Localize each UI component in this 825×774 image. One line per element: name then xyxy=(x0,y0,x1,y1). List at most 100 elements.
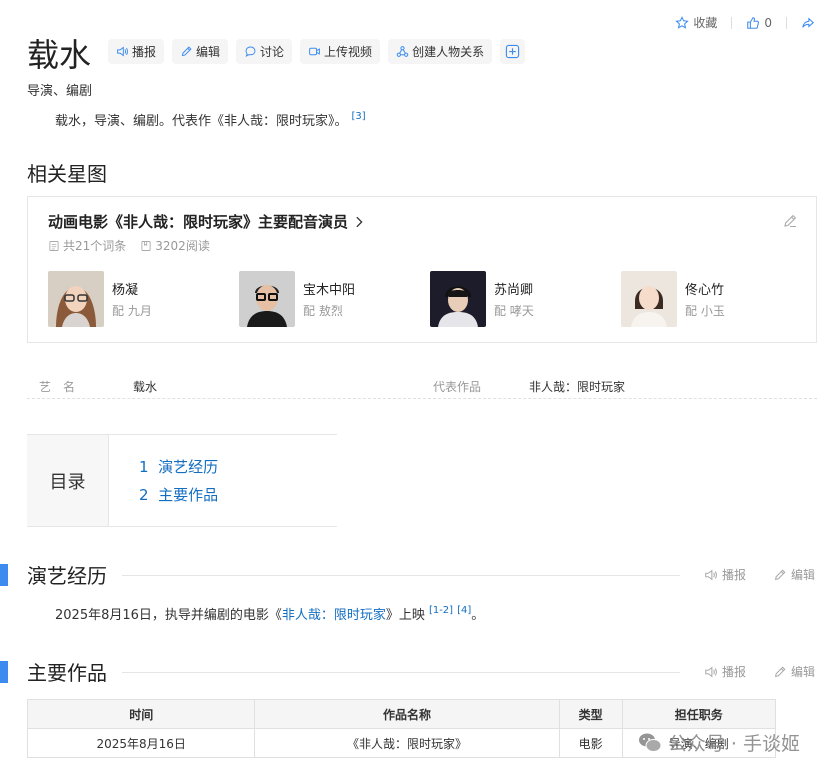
like-button[interactable]: 0 xyxy=(746,16,772,30)
table-of-contents: 目录 1 演艺经历 2 主要作品 xyxy=(27,434,337,527)
collect-label: 收藏 xyxy=(693,16,718,30)
column-header: 担任职务 xyxy=(621,699,777,729)
portrait-image xyxy=(621,271,677,327)
section-works-header: 主要作品 播报 编辑 xyxy=(0,657,825,687)
actor-card[interactable]: 苏尚卿 配 哮天 xyxy=(430,271,621,327)
star-map-heading: 相关星图 xyxy=(27,162,107,186)
video-camera-icon xyxy=(309,47,320,56)
avatar xyxy=(239,271,295,327)
actor-role: 配 哮天 xyxy=(494,304,534,318)
actor-role: 配 小玉 xyxy=(685,304,725,318)
section-divider xyxy=(122,672,680,673)
actor-card[interactable]: 宝木中阳 配 敖烈 xyxy=(239,271,430,327)
career-text-before: 2025年8月16日，执导并编剧的电影《 xyxy=(55,608,282,623)
basic-info-row: 艺 名 载水 代表作品 非人哉：限时玩家 xyxy=(27,372,817,399)
chat-bubble-icon xyxy=(245,46,256,57)
section-read-button[interactable]: 播报 xyxy=(704,566,746,583)
entry-toolbar: 播报 编辑 讨论 上传视频 创建人物关系 xyxy=(108,39,526,64)
watermark-text: 公众号 · 手谈姬 xyxy=(667,733,800,755)
actor-info: 苏尚卿 配 哮天 xyxy=(494,279,534,319)
actor-role: 配 九月 xyxy=(112,304,152,318)
create-relation-button[interactable]: 创建人物关系 xyxy=(388,39,493,64)
divider xyxy=(786,16,787,29)
section-title: 演艺经历 xyxy=(27,564,107,588)
read-aloud-label: 播报 xyxy=(132,45,157,59)
portrait-image xyxy=(48,271,104,327)
actor-name: 苏尚卿 xyxy=(494,283,534,298)
representative-works-value: 非人哉：限时玩家 xyxy=(529,380,626,394)
career-reference[interactable]: [1-2] xyxy=(429,605,453,616)
career-reference[interactable]: [4] xyxy=(457,605,471,616)
speaker-icon xyxy=(705,666,717,677)
actor-card[interactable]: 佟心竹 配 小玉 xyxy=(621,271,812,327)
watermark: 公众号 · 手谈姬 xyxy=(638,729,800,756)
actor-info: 宝木中阳 配 敖烈 xyxy=(303,279,355,319)
upload-video-button[interactable]: 上传视频 xyxy=(300,39,381,64)
document-icon xyxy=(49,240,59,251)
stage-name-label: 艺 名 xyxy=(39,380,76,394)
table-cell: 电影 xyxy=(558,728,623,758)
share-button[interactable] xyxy=(801,16,815,30)
portrait-image xyxy=(430,271,486,327)
section-accent-bar xyxy=(0,564,8,586)
edit-label: 编辑 xyxy=(196,45,221,59)
summary-reference[interactable]: [3] xyxy=(352,111,366,122)
chevron-right-icon xyxy=(356,216,363,227)
section-accent-bar xyxy=(0,661,8,683)
toc-item[interactable]: 1 演艺经历 xyxy=(139,453,218,481)
section-edit-label: 编辑 xyxy=(791,665,816,679)
top-actions: 收藏 0 xyxy=(661,14,815,31)
avatar xyxy=(48,271,104,327)
actor-name: 杨凝 xyxy=(112,283,139,298)
table-cell: 2025年8月16日 xyxy=(26,728,256,758)
collect-button[interactable]: 收藏 xyxy=(675,14,717,31)
read-count-text: 3202阅读 xyxy=(155,239,210,253)
thumbs-up-icon xyxy=(747,16,760,29)
read-aloud-button[interactable]: 播报 xyxy=(108,39,165,64)
relation-graph-icon xyxy=(396,46,409,57)
star-icon xyxy=(675,15,690,29)
section-edit-button[interactable]: 编辑 xyxy=(773,663,815,680)
entry-subtitle: 导演、编剧 xyxy=(27,84,93,99)
discuss-label: 讨论 xyxy=(260,45,285,59)
pencil-icon xyxy=(181,46,192,57)
section-divider xyxy=(122,575,680,576)
actor-list: 杨凝 配 九月 宝木中阳 配 敖烈 苏尚卿 配 哮天 佟心竹 配 小玉 xyxy=(48,271,812,327)
actor-info: 佟心竹 配 小玉 xyxy=(685,279,725,319)
toc-item[interactable]: 2 主要作品 xyxy=(139,481,218,509)
pencil-icon xyxy=(774,666,786,677)
actor-name: 佟心竹 xyxy=(685,283,725,298)
entry-summary: 载水，导演、编剧。代表作《非人哉：限时玩家》。 [3] xyxy=(55,110,366,129)
portrait-image xyxy=(239,271,295,327)
section-read-label: 播报 xyxy=(722,568,747,582)
read-count: 3202阅读 xyxy=(140,237,210,254)
star-map-title: 动画电影《非人哉：限时玩家》主要配音演员 xyxy=(48,213,349,231)
star-map-card: 动画电影《非人哉：限时玩家》主要配音演员 共21个词条 3202阅读 杨凝 配 … xyxy=(27,196,817,343)
edit-button[interactable]: 编辑 xyxy=(172,39,229,64)
pencil-icon[interactable] xyxy=(782,213,798,229)
section-read-button[interactable]: 播报 xyxy=(704,663,746,680)
toc-list: 1 演艺经历 2 主要作品 xyxy=(109,435,218,526)
column-header: 类型 xyxy=(558,699,623,729)
more-tools-button[interactable] xyxy=(500,39,526,64)
section-edit-button[interactable]: 编辑 xyxy=(773,566,815,583)
toc-label: 目录 xyxy=(27,435,109,526)
upload-video-label: 上传视频 xyxy=(324,45,373,59)
actor-card[interactable]: 杨凝 配 九月 xyxy=(48,271,239,327)
discuss-button[interactable]: 讨论 xyxy=(236,39,293,64)
column-header: 时间 xyxy=(26,699,256,729)
wechat-icon xyxy=(638,733,662,752)
film-link[interactable]: 非人哉：限时玩家 xyxy=(282,608,386,623)
section-title: 主要作品 xyxy=(27,661,107,685)
speaker-icon xyxy=(117,46,128,57)
star-map-title-link[interactable]: 动画电影《非人哉：限时玩家》主要配音演员 xyxy=(48,211,366,232)
avatar xyxy=(621,271,677,327)
representative-works-label: 代表作品 xyxy=(433,380,482,394)
toc-item-text: 主要作品 xyxy=(158,486,219,504)
column-header: 作品名称 xyxy=(254,699,560,729)
toc-item-text: 演艺经历 xyxy=(158,458,219,476)
table-cell: 《非人哉：限时玩家》 xyxy=(254,728,560,758)
section-career-header: 演艺经历 播报 编辑 xyxy=(0,560,825,590)
star-map-meta: 共21个词条 3202阅读 xyxy=(48,237,210,254)
speaker-icon xyxy=(705,569,717,580)
